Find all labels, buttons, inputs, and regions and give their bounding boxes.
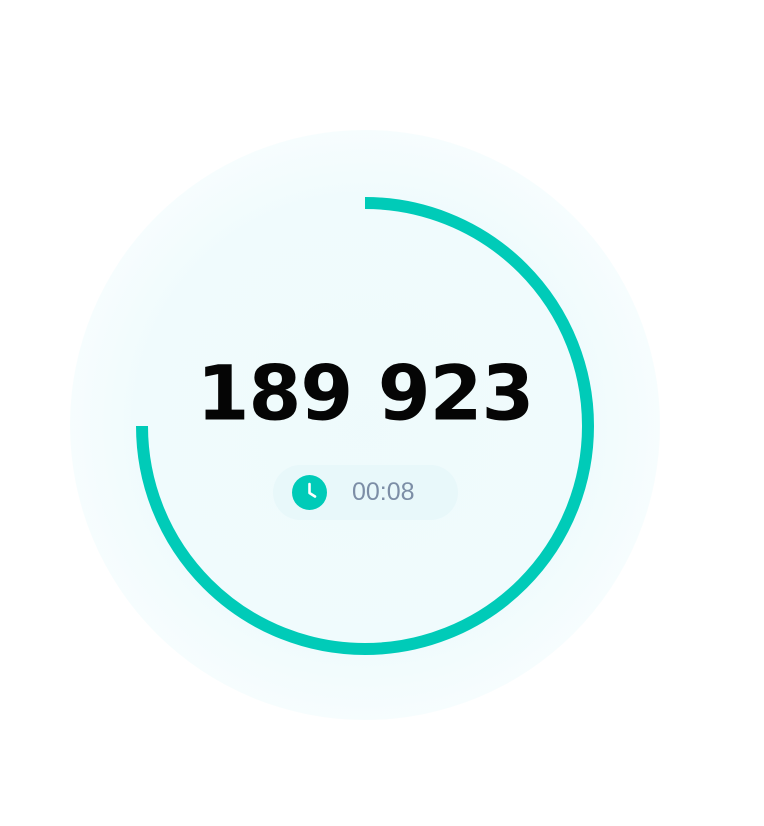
progress-widget: 189 923 00:08 xyxy=(0,0,764,826)
counter-value: 189 923 xyxy=(196,348,535,438)
timer-elapsed: 00:08 xyxy=(352,478,415,506)
clock-icon xyxy=(292,475,327,510)
timer-badge: 00:08 xyxy=(273,465,458,520)
